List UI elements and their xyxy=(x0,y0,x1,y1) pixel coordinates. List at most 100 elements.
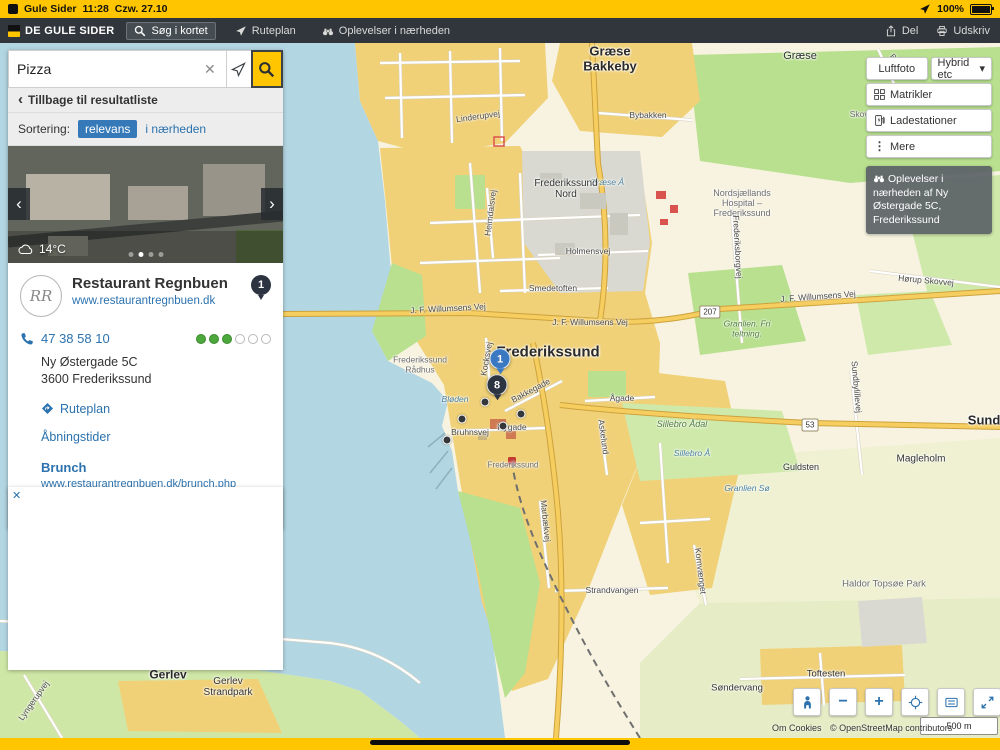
listing-marker-badge: 1 xyxy=(251,275,271,295)
rating-dots xyxy=(196,333,271,344)
zoom-in-button[interactable]: + xyxy=(865,688,893,716)
status-date: Czw. 27.10 xyxy=(114,3,168,15)
binoculars-icon xyxy=(873,175,885,183)
map-tools: Luftfoto Hybrid etc ▾ Matrikler Ladestat… xyxy=(866,57,992,234)
print-label: Udskriv xyxy=(953,24,990,37)
rating-dot xyxy=(261,333,271,344)
clear-search-icon[interactable]: ✕ xyxy=(200,61,220,78)
opening-hours-link[interactable]: Åbningstider xyxy=(41,430,271,444)
close-icon[interactable]: ✕ xyxy=(12,489,21,502)
ad-panel: ✕ xyxy=(8,487,283,670)
address-line-1: Ny Østergade 5C xyxy=(41,355,138,369)
osm-link[interactable]: © OpenStreetMap contributors xyxy=(830,723,952,733)
ladestationer-button[interactable]: Ladestationer xyxy=(866,109,992,132)
binoculars-icon xyxy=(322,28,333,35)
battery-percent: 100% xyxy=(937,3,964,15)
tab-routeplan[interactable]: Ruteplan xyxy=(228,23,303,39)
zoom-out-button[interactable]: − xyxy=(829,688,857,716)
carousel-prev-button[interactable]: ‹ xyxy=(8,188,30,220)
back-to-results-link[interactable]: ‹ Tillbage til resultatliste xyxy=(8,88,283,113)
streetview-button[interactable] xyxy=(793,688,821,716)
phone-number-link[interactable]: 47 38 58 10 xyxy=(41,331,110,346)
luftfoto-button[interactable]: Luftfoto xyxy=(866,57,928,80)
use-location-button[interactable] xyxy=(225,50,251,88)
listing-address: Ny Østergade 5C 3600 Frederikssund xyxy=(41,354,271,388)
routeplan-link[interactable]: Ruteplan xyxy=(41,402,271,416)
map-marker-1[interactable]: 1 xyxy=(489,348,511,370)
brunch-link[interactable]: Brunch xyxy=(41,460,271,475)
status-app-label: Gule Sider xyxy=(24,3,77,15)
search-bar: ✕ xyxy=(8,50,283,88)
chevron-right-icon: › xyxy=(269,194,275,213)
rating-dot xyxy=(248,333,258,344)
listing-logo: RR xyxy=(20,275,62,317)
share-label: Del xyxy=(901,24,919,37)
sort-relevance-chip[interactable]: relevans xyxy=(78,120,138,138)
brand[interactable]: DE GULE SIDER xyxy=(8,24,115,37)
logo-monogram: RR xyxy=(29,287,53,305)
bottom-strip xyxy=(0,738,1000,750)
search-input[interactable] xyxy=(15,60,200,78)
carousel-dots xyxy=(128,252,163,257)
printer-icon xyxy=(937,25,947,36)
battery-icon xyxy=(970,3,994,15)
brand-label: DE GULE SIDER xyxy=(25,24,115,37)
locate-button[interactable] xyxy=(901,688,929,716)
map-marker-8[interactable]: 8 xyxy=(486,374,508,396)
carousel-next-button[interactable]: › xyxy=(261,188,283,220)
ev-charger-icon xyxy=(875,115,885,126)
carousel-dot[interactable] xyxy=(148,252,153,257)
matrikler-label: Matrikler xyxy=(890,88,933,101)
sort-label: Sortering: xyxy=(18,122,71,136)
nearby-tooltip: Oplevelser i nærheden af Ny Østergade 5C… xyxy=(866,166,992,234)
phone-icon xyxy=(21,332,33,345)
expand-icon xyxy=(981,696,993,708)
photo-carousel: ‹ › 14°C xyxy=(8,146,283,263)
legend-button[interactable] xyxy=(937,688,965,716)
chevron-left-icon: ‹ xyxy=(18,91,23,108)
brand-logo-icon xyxy=(8,24,20,37)
share-icon xyxy=(886,24,895,36)
listing-website-link[interactable]: www.restaurantregnbuen.dk xyxy=(72,295,228,307)
tab-search-map[interactable]: Søg i kortet xyxy=(126,21,216,40)
tab-route-label: Ruteplan xyxy=(251,24,296,37)
tab-nearby-label: Oplevelser i nærheden xyxy=(338,24,451,37)
home-indicator[interactable] xyxy=(370,740,630,745)
carousel-dot[interactable] xyxy=(138,252,143,257)
location-arrow-icon xyxy=(920,4,930,14)
search-submit-button[interactable] xyxy=(250,50,283,88)
route-diamond-icon xyxy=(41,403,54,415)
weather-widget: 14°C xyxy=(17,242,66,256)
chevron-left-icon: ‹ xyxy=(16,194,22,213)
listing-name: Restaurant Regnbuen xyxy=(72,275,228,292)
carousel-dot[interactable] xyxy=(128,252,133,257)
sort-nearby-link[interactable]: i nærheden xyxy=(145,122,206,136)
sort-bar: Sortering: relevans i nærheden xyxy=(8,113,283,146)
address-line-2: 3600 Frederikssund xyxy=(41,371,152,386)
minus-icon: − xyxy=(838,693,848,710)
app-icon xyxy=(8,4,18,14)
mere-button[interactable]: ⋮ Mere xyxy=(866,135,992,158)
rating-dot xyxy=(235,333,245,344)
search-icon xyxy=(259,61,275,77)
hybrid-button[interactable]: Hybrid etc ▾ xyxy=(930,56,992,81)
map-controls: − + xyxy=(793,688,1000,716)
badge-number: 1 xyxy=(257,279,265,291)
matrikler-button[interactable]: Matrikler xyxy=(866,83,992,106)
plus-icon: + xyxy=(874,693,884,710)
person-icon xyxy=(803,695,811,708)
map-attribution: Om Cookies © OpenStreetMap contributors xyxy=(772,723,958,733)
carousel-dot[interactable] xyxy=(158,252,163,257)
fullscreen-button[interactable] xyxy=(973,688,1000,716)
temperature-label: 14°C xyxy=(39,242,66,256)
hybrid-label: Hybrid etc xyxy=(937,56,970,81)
cookies-link[interactable]: Om Cookies xyxy=(772,723,822,733)
top-nav: DE GULE SIDER Søg i kortet Ruteplan Ople… xyxy=(0,18,1000,43)
legend-icon xyxy=(944,697,958,707)
ladestationer-label: Ladestationer xyxy=(890,114,957,127)
search-icon xyxy=(135,25,146,36)
share-button[interactable]: Del xyxy=(883,23,921,39)
tab-nearby[interactable]: Oplevelser i nærheden xyxy=(315,23,457,39)
print-button[interactable]: Udskriv xyxy=(934,23,992,39)
status-time: 11:28 xyxy=(82,3,109,15)
